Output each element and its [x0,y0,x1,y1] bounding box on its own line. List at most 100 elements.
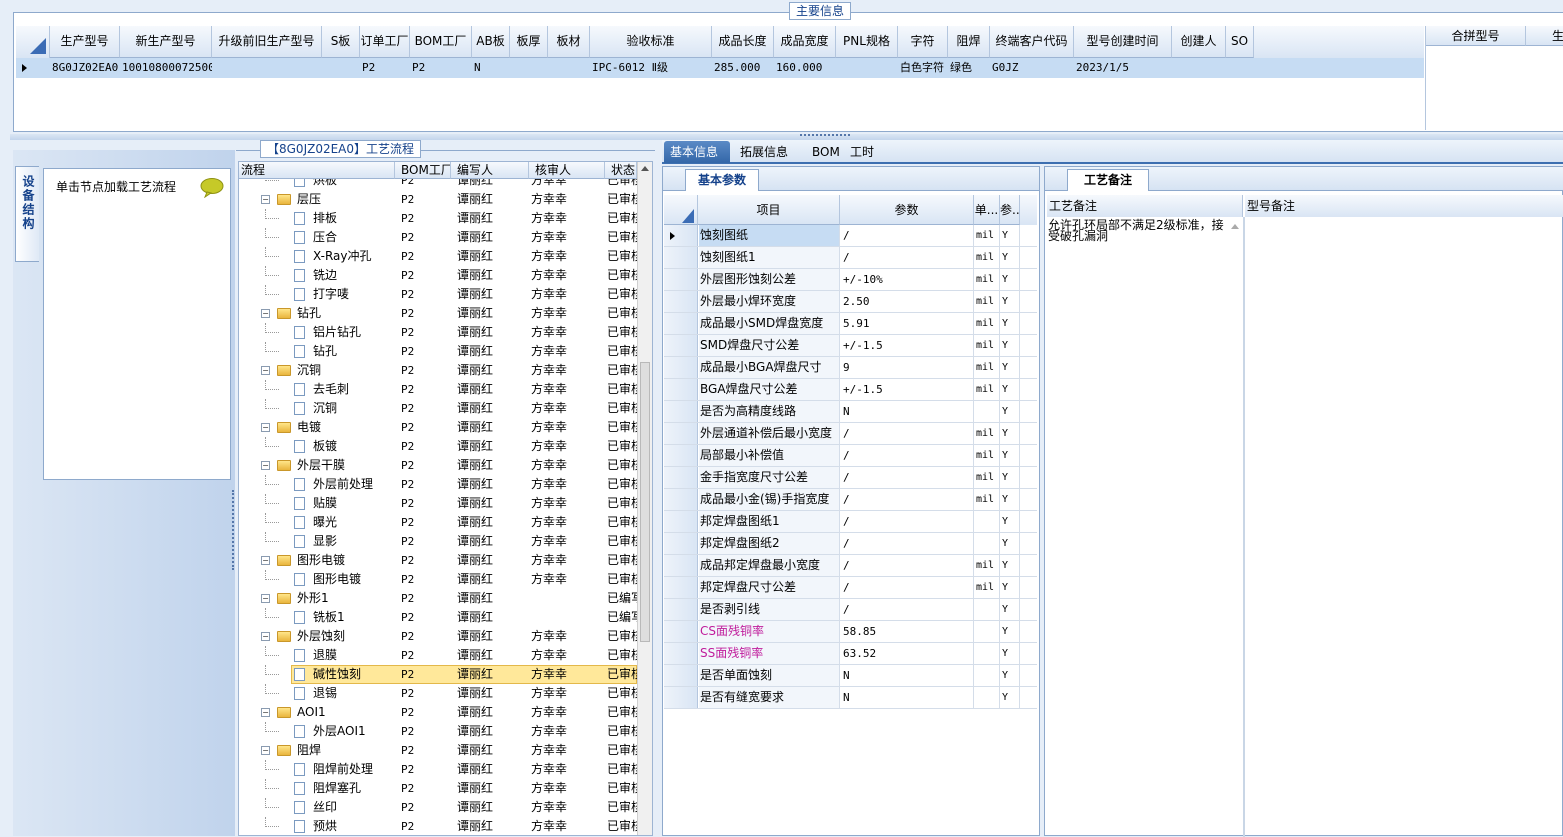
flow-row[interactable]: − 外层蚀刻 P2 谭丽红 方幸幸 已审核 [239,627,637,646]
flow-step-name[interactable]: 钻孔 [313,342,395,361]
param-item[interactable]: SMD焊盘尺寸公差 [699,335,840,356]
main-cell[interactable] [214,58,322,78]
param-item[interactable]: 是否剥引线 [699,599,840,620]
main-col-header[interactable]: 阻焊 [948,26,990,58]
main-col-header[interactable]: 成品宽度 [774,26,836,58]
param-item[interactable]: 金手指宽度尺寸公差 [699,467,840,488]
main-cell[interactable]: 285.000 [714,58,774,78]
flow-step-name[interactable]: X-Ray冲孔 [313,247,395,266]
tab-extended-info[interactable]: 拓展信息 [734,141,794,163]
param-value[interactable]: N [843,687,973,708]
flow-step-name[interactable]: 贴膜 [313,494,395,513]
param-value[interactable]: / [843,599,973,620]
flow-row[interactable]: − 图形电镀 P2 谭丽红 方幸幸 已审核 [239,551,637,570]
param-item[interactable]: 成品最小SMD焊盘宽度 [699,313,840,334]
main-col-header[interactable]: 验收标准 [590,26,712,58]
flow-col-header[interactable]: 核审人 [529,162,605,179]
param-row[interactable]: 蚀刻图纸1/mil Y [664,247,1037,269]
flow-step-name[interactable]: 图形电镀 [297,551,395,570]
collapse-toggle-icon[interactable]: − [261,556,270,565]
process-remark-text[interactable]: 允许孔环局部不满足2级标准，接受破孔漏洞 [1048,219,1228,242]
param-row[interactable]: 邦定焊盘图纸2/ Y [664,533,1037,555]
flow-row[interactable]: − 外形1 P2 谭丽红 已编写 [239,589,637,608]
tab-work-hours[interactable]: 工时 [844,141,884,163]
param-item[interactable]: 外层图形蚀刻公差 [699,269,840,290]
param-item[interactable]: 成品邦定焊盘最小宽度 [699,555,840,576]
flow-step-name[interactable]: 阻焊前处理 [313,760,395,779]
param-value[interactable]: / [843,225,973,246]
flow-row[interactable]: 烘板 P2 谭丽红 方幸幸 已审核 [239,179,637,190]
flow-step-name[interactable]: 退锡 [313,684,395,703]
collapse-toggle-icon[interactable]: − [261,366,270,375]
flow-step-name[interactable]: 铣边 [313,266,395,285]
main-cell[interactable]: IPC-6012 Ⅱ级 [592,58,712,78]
collapse-toggle-icon[interactable]: − [261,708,270,717]
remarks-tab[interactable]: 工艺备注 [1067,169,1150,191]
main-cell[interactable]: G0JZ [992,58,1074,78]
flow-row[interactable]: 去毛刺 P2 谭丽红 方幸幸 已审核 [239,380,637,399]
param-value[interactable]: +/-1.5 [843,379,973,400]
flow-step-name[interactable]: 铣板1 [313,608,395,627]
flow-row[interactable]: 阻焊塞孔 P2 谭丽红 方幸幸 已审核 [239,779,637,798]
main-col-header[interactable]: AB板 [472,26,510,58]
flow-row[interactable]: − 钻孔 P2 谭丽红 方幸幸 已审核 [239,304,637,323]
flow-col-header[interactable]: 流程 [239,162,395,179]
basic-params-tab[interactable]: 基本参数 [685,169,760,191]
flow-col-header[interactable]: 状态 [605,162,637,179]
flow-row[interactable]: 阻焊前处理 P2 谭丽红 方幸幸 已审核 [239,760,637,779]
param-item[interactable]: 成品最小BGA焊盘尺寸 [699,357,840,378]
param-row[interactable]: 成品最小BGA焊盘尺寸 9 mil Y [664,357,1037,379]
flow-row[interactable]: 板镀 P2 谭丽红 方幸幸 已审核 [239,437,637,456]
flow-row[interactable]: 丝印 P2 谭丽红 方幸幸 已审核 [239,798,637,817]
flow-step-name[interactable]: 去毛刺 [313,380,395,399]
collapse-toggle-icon[interactable]: − [261,461,270,470]
tab-bom[interactable]: BOM [806,141,846,163]
main-cell[interactable] [512,58,548,78]
flow-step-name[interactable]: AOI1 [297,703,395,722]
collapse-toggle-icon[interactable]: − [261,309,270,318]
flow-row[interactable]: 退锡 P2 谭丽红 方幸幸 已审核 [239,684,637,703]
main-col-header[interactable]: 创建人 [1172,26,1226,58]
main-cell[interactable]: P2 [362,58,410,78]
flow-step-name[interactable]: 打字唛 [313,285,395,304]
flow-step-name[interactable]: 沉铜 [297,361,395,380]
param-value[interactable]: / [843,577,973,598]
flow-col-header[interactable]: 编写人 [451,162,529,179]
main-cell[interactable]: 160.000 [776,58,836,78]
param-item[interactable]: 成品最小金(锡)手指宽度 [699,489,840,510]
flow-col-header[interactable]: BOM工厂 [395,162,451,179]
param-value[interactable]: / [843,423,973,444]
param-value[interactable]: 5.91 [843,313,973,334]
param-row[interactable]: SMD焊盘尺寸公差 +/-1.5 mil Y [664,335,1037,357]
flow-step-name[interactable]: 外层AOI1 [313,722,395,741]
flow-step-name[interactable]: 外形1 [297,589,395,608]
flow-step-name[interactable]: 压合 [313,228,395,247]
flow-step-name[interactable]: 铝片钻孔 [313,323,395,342]
param-value[interactable]: / [843,511,973,532]
flow-row[interactable]: − 外层干膜 P2 谭丽红 方幸幸 已审核 [239,456,637,475]
param-item[interactable]: 蚀刻图纸 [699,225,840,246]
collapse-toggle-icon[interactable]: − [261,423,270,432]
param-item[interactable]: 邦定焊盘图纸2 [699,533,840,554]
flow-row[interactable]: 外层前处理 P2 谭丽红 方幸幸 已审核 [239,475,637,494]
param-value[interactable]: 58.85 [843,621,973,642]
param-value[interactable]: / [843,467,973,488]
flow-row[interactable]: 排板 P2 谭丽红 方幸幸 已审核 [239,209,637,228]
flow-step-name[interactable]: 钻孔 [297,304,395,323]
main-cell[interactable] [1228,58,1254,78]
flow-step-name[interactable]: 碱性蚀刻 [313,665,395,684]
device-structure-tab[interactable]: 设备结构 [15,166,39,262]
flow-vertical-scrollbar[interactable] [637,162,652,835]
flow-step-name[interactable]: 退膜 [313,646,395,665]
main-cell[interactable]: 10010800072500 [122,58,212,78]
param-col-header[interactable]: 参数 [840,195,974,225]
main-col-header[interactable]: 型号创建时间 [1074,26,1172,58]
main-col-header[interactable]: BOM工厂 [410,26,472,58]
flow-row[interactable]: − 电镀 P2 谭丽红 方幸幸 已审核 [239,418,637,437]
param-item[interactable]: 是否为高精度线路 [699,401,840,422]
main-col-header[interactable]: S板 [322,26,360,58]
main-cell[interactable] [550,58,590,78]
param-col-header[interactable]: 单... [974,195,1000,225]
param-col-header[interactable]: 项目 [698,195,840,225]
flow-step-name[interactable]: 电镀 [297,418,395,437]
